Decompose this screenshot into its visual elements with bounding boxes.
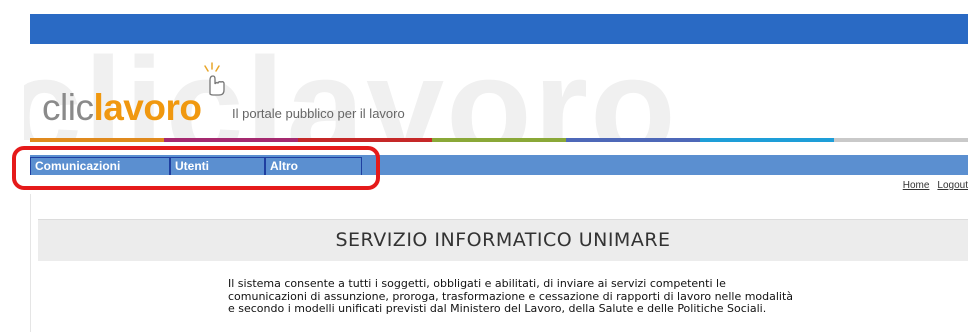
tagline: Il portale pubblico per il lavoro [232,106,405,121]
stripe [700,138,834,142]
utility-links: Home Logout [895,180,968,191]
stripe [30,138,164,142]
stripe [432,138,566,142]
cliclavoro-logo[interactable]: cliclavoro [42,86,202,130]
top-banner-bar [30,14,968,44]
intro-text: Il sistema consente a tutti i soggetti, … [228,277,794,315]
pointer-hand-icon [204,62,225,96]
stripe [834,138,968,142]
stripe [164,138,298,142]
content-divider [30,194,31,332]
stripe [566,138,700,142]
logo-suffix: lavoro [93,87,202,128]
logout-link[interactable]: Logout [937,180,968,191]
page-title: SERVIZIO INFORMATICO UNIMARE [335,229,671,251]
color-stripes [30,138,968,142]
home-link[interactable]: Home [903,180,930,191]
highlight-annotation [12,146,380,190]
page-title-box: SERVIZIO INFORMATICO UNIMARE [38,219,968,261]
stripe [298,138,432,142]
logo-prefix: clic [42,87,94,128]
